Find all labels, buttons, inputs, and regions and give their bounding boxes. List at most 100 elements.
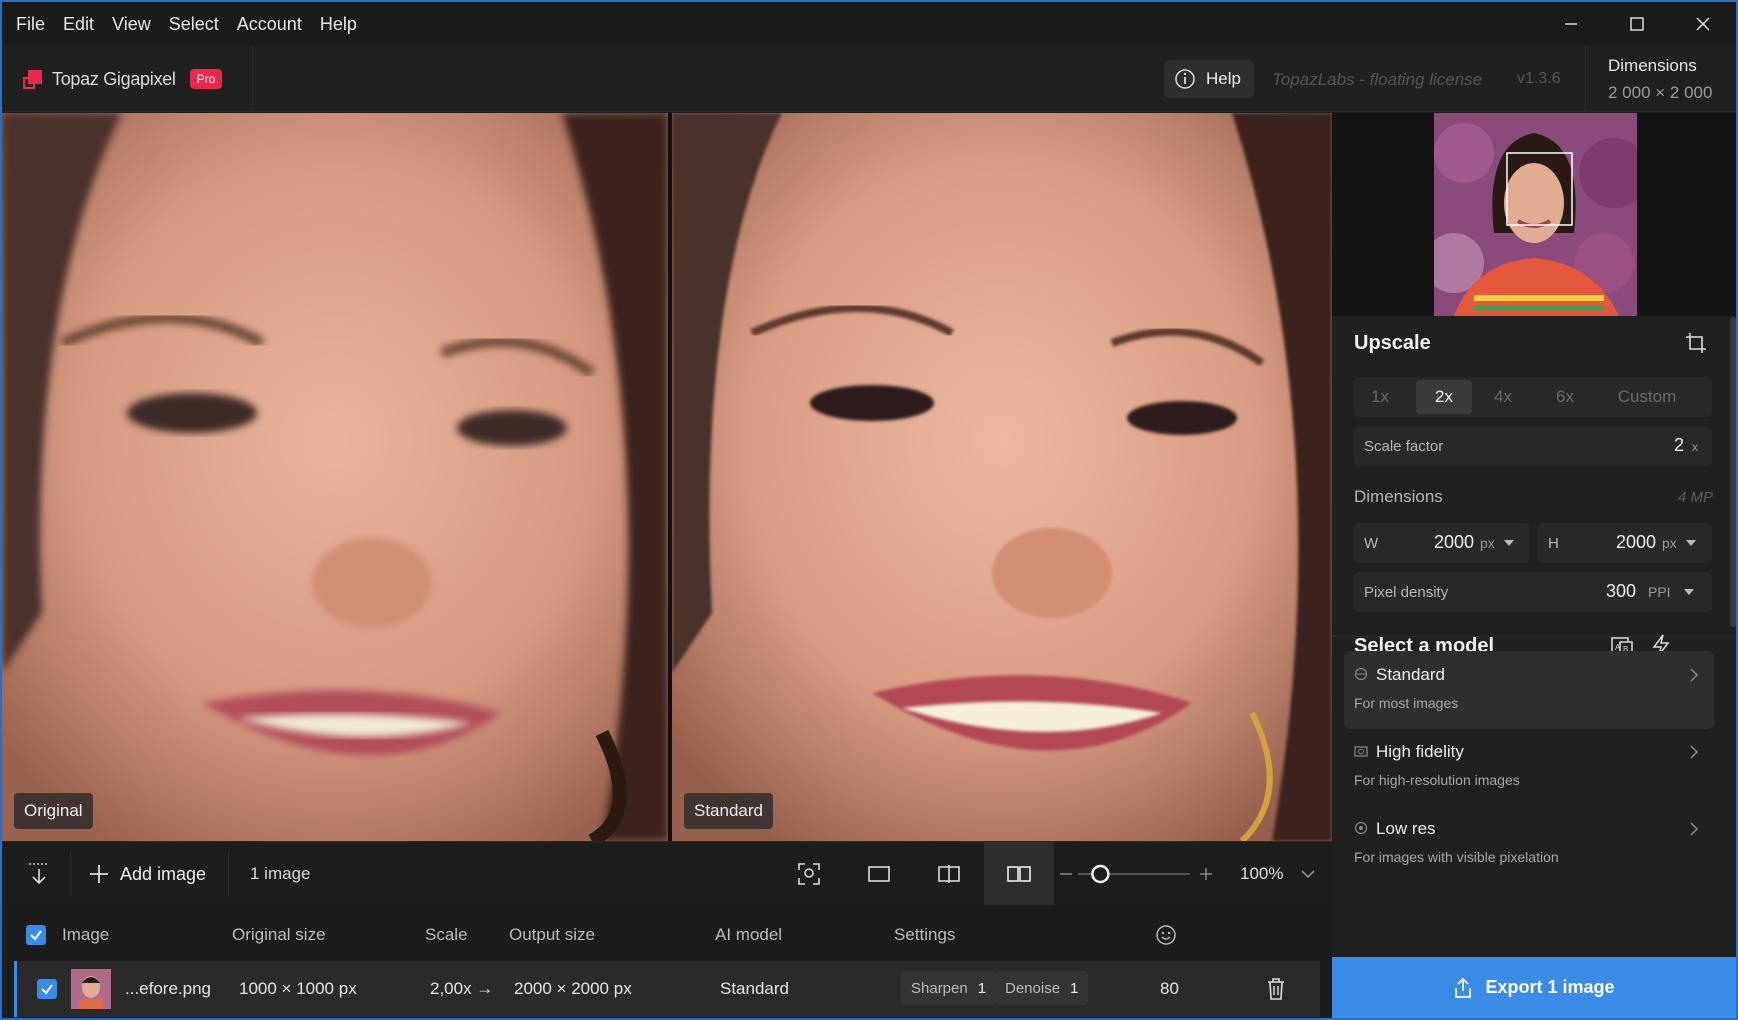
pixel-density-label: Pixel density	[1364, 584, 1449, 601]
pixel-density-unit: PPI	[1648, 584, 1671, 600]
table-row[interactable]: ...efore.png 1000 × 1000 px 2,00x → 2000…	[14, 961, 1320, 1017]
image-thumbnail	[71, 969, 111, 1009]
row-scale: 2,00x →	[430, 979, 494, 998]
help-button-label: Help	[1206, 69, 1241, 88]
dimensions-summary: Dimensions 2 000 × 2 000	[1585, 46, 1736, 112]
model-low-res-name: Low res	[1376, 819, 1436, 838]
zoom-slider-track	[1060, 864, 1212, 884]
col-output-size[interactable]: Output size	[509, 925, 595, 945]
select-all-checkbox[interactable]	[26, 925, 46, 945]
app-logo: Topaz Gigapixel Pro	[22, 68, 223, 90]
scale-factor-label: Scale factor	[1364, 438, 1444, 455]
denoise-value: 1	[1070, 979, 1079, 997]
navigator-thumbnail[interactable]	[1434, 113, 1637, 316]
image-count-label: 1 image	[250, 864, 311, 883]
denoise-chip[interactable]: Denoise 1	[995, 971, 1089, 1005]
export-label: Export 1 image	[1485, 977, 1615, 997]
split-view-button[interactable]	[914, 842, 984, 906]
bottom-toolbar: Add image 1 image 100%	[2, 841, 1332, 906]
megapixels-label: 4 MP	[1678, 489, 1714, 506]
original-label: Original	[14, 793, 93, 829]
pixel-density-field[interactable]: Pixel density 300 PPI	[1354, 572, 1712, 612]
col-ai-model[interactable]: AI model	[715, 925, 782, 945]
single-view-button[interactable]	[844, 842, 914, 906]
menu-bar: File Edit View Select Account Help	[2, 2, 1736, 46]
maximize-button[interactable]	[1604, 2, 1670, 46]
version-text: v1.3.6	[1517, 70, 1561, 87]
height-label: H	[1548, 535, 1559, 552]
original-preview[interactable]: Original	[2, 113, 668, 841]
pixel-density-value: 300	[1606, 581, 1637, 601]
model-high-fidelity[interactable]: High fidelity For high-resolution images	[1344, 728, 1714, 806]
height-unit-caret-icon[interactable]	[1686, 540, 1696, 546]
row-checkbox[interactable]	[37, 979, 57, 999]
zoom-slider[interactable]	[1058, 842, 1212, 906]
chevron-down-icon	[1301, 870, 1316, 879]
col-settings[interactable]: Settings	[894, 925, 955, 945]
width-unit: px	[1480, 535, 1495, 551]
col-image[interactable]: Image	[62, 925, 109, 945]
license-text: TopazLabs - floating license	[1272, 70, 1483, 89]
image-count: 1 image	[250, 842, 310, 906]
scale-factor-unit: x	[1692, 440, 1698, 454]
export-button[interactable]: Export 1 image	[1332, 957, 1736, 1018]
face-recovery-icon	[1156, 925, 1176, 945]
col-scale[interactable]: Scale	[425, 925, 468, 945]
scale-option-custom[interactable]: Custom	[1598, 377, 1696, 417]
menu-account[interactable]: Account	[228, 2, 311, 46]
side-by-side-view-button[interactable]	[984, 842, 1054, 906]
sharpen-chip[interactable]: Sharpen 1	[901, 971, 997, 1005]
close-icon	[1696, 17, 1710, 31]
menu-view[interactable]: View	[103, 2, 160, 46]
pixel-density-caret-icon[interactable]	[1684, 589, 1694, 595]
globe-icon	[1354, 667, 1368, 681]
width-unit-caret-icon[interactable]	[1504, 540, 1514, 546]
height-unit: px	[1662, 535, 1677, 551]
minimize-button[interactable]	[1538, 2, 1604, 46]
scale-factor-value: 2	[1674, 435, 1685, 455]
model-standard-desc: For most images	[1354, 695, 1459, 711]
settings-panel: Upscale 1x 2x 4x 6x Custom Scale factor …	[1332, 113, 1736, 1018]
menu-select[interactable]: Select	[160, 2, 228, 46]
image-table-header: Image Original size Scale Output size AI…	[2, 905, 1332, 961]
model-high-fidelity-name: High fidelity	[1376, 742, 1464, 761]
add-image-button[interactable]: Add image	[88, 842, 206, 906]
close-button[interactable]	[1670, 2, 1736, 46]
maximize-icon	[1630, 17, 1644, 31]
height-value: 2000	[1616, 532, 1657, 552]
denoise-label: Denoise	[1005, 979, 1061, 997]
window-controls	[1538, 2, 1736, 46]
panel-scrollbar[interactable]	[1730, 317, 1736, 627]
scale-factor-field[interactable]: Scale factor 2 x	[1354, 426, 1712, 466]
menu-help[interactable]: Help	[311, 2, 366, 46]
col-original-size[interactable]: Original size	[232, 925, 326, 945]
scale-option-1x[interactable]: 1x	[1360, 377, 1400, 417]
width-field[interactable]: W 2000 px	[1354, 523, 1530, 563]
height-field[interactable]: H 2000 px	[1538, 523, 1712, 563]
scale-option-4x[interactable]: 4x	[1478, 377, 1528, 417]
check-icon	[30, 930, 42, 941]
row-model: Standard	[720, 979, 789, 998]
single-view-icon	[868, 866, 890, 882]
model-low-res[interactable]: Low res For images with visible pixelati…	[1344, 805, 1714, 883]
row-filename: ...efore.png	[125, 979, 212, 998]
help-button[interactable]: Help	[1164, 60, 1254, 98]
zoom-value[interactable]: 100%	[1240, 842, 1317, 906]
trash-icon[interactable]	[1265, 977, 1287, 1001]
crop-icon[interactable]	[1684, 331, 1708, 355]
zoom-value-label: 100%	[1240, 864, 1284, 883]
chevron-right-icon	[1690, 822, 1699, 836]
view-buttons	[774, 842, 1054, 906]
scale-option-6x[interactable]: 6x	[1540, 377, 1590, 417]
scale-option-2x[interactable]: 2x	[1416, 380, 1472, 414]
face-detect-view-button[interactable]	[774, 842, 844, 906]
app-window: File Edit View Select Account Help Topaz…	[0, 0, 1738, 1020]
original-face-image	[2, 113, 668, 841]
upscaled-preview[interactable]: Standard	[672, 113, 1332, 841]
menu-edit[interactable]: Edit	[54, 2, 103, 46]
camera-icon	[1354, 746, 1368, 757]
model-standard[interactable]: Standard For most images	[1344, 651, 1714, 729]
menu-file[interactable]: File	[2, 2, 54, 46]
collapse-button[interactable]	[16, 842, 62, 906]
pro-badge: Pro	[189, 69, 223, 89]
